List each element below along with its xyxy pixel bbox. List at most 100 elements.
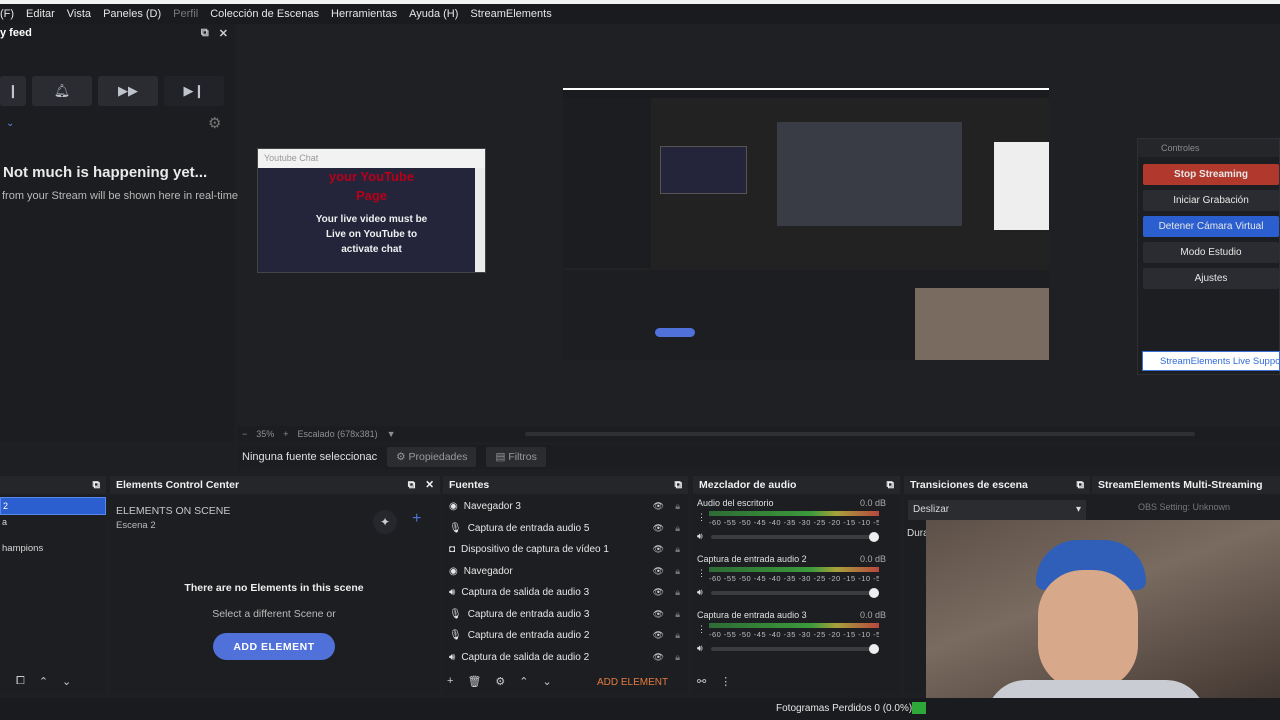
source-row[interactable]: 🎙︎ Captura de entrada audio 5 👁︎ 🔒︎ <box>443 518 688 540</box>
gear-icon[interactable]: ⚙ <box>208 114 221 132</box>
youtube-chat-msg1: Your live video must be <box>315 214 428 225</box>
eye-icon[interactable]: 👁︎ <box>653 566 664 577</box>
scene-item-champions[interactable]: hampions <box>0 543 106 554</box>
scene-item-selected[interactable]: 2 <box>0 497 106 515</box>
nested-screen-capture <box>563 88 1049 360</box>
menu-help[interactable]: Ayuda (H) <box>409 8 458 20</box>
eye-icon[interactable]: 👁︎ <box>653 609 664 620</box>
volume-slider[interactable] <box>711 532 879 542</box>
settings-button[interactable]: Ajustes <box>1143 268 1279 289</box>
volume-slider[interactable] <box>711 588 879 598</box>
chevron-down-icon[interactable]: ▼ <box>387 429 396 439</box>
kebab-icon[interactable]: ⋮ <box>697 624 706 635</box>
source-row[interactable]: ◘ Dispositivo de captura de vídeo 1 👁︎ 🔒︎ <box>443 539 688 561</box>
source-row[interactable]: 🎙︎ Captura de entrada audio 3 👁︎ 🔒︎ <box>443 604 688 626</box>
add-icon[interactable]: + <box>412 510 421 528</box>
properties-button[interactable]: ⚙ Propiedades <box>387 447 477 467</box>
move-up-icon[interactable]: ⌃ <box>39 675 48 688</box>
lock-icon[interactable]: 🔒︎ <box>675 501 680 512</box>
speaker-icon: 🔊︎ <box>449 651 456 663</box>
scene-item[interactable]: a <box>0 517 106 527</box>
start-recording-button[interactable]: Iniciar Grabación <box>1143 190 1279 211</box>
magic-icon[interactable]: ✦ <box>373 510 397 534</box>
speaker-icon[interactable]: 🔊︎ <box>697 643 703 654</box>
menu-streamelements[interactable]: StreamElements <box>470 8 551 20</box>
skip-end-button[interactable]: ▶❙ <box>164 76 224 106</box>
move-down-icon[interactable]: ⌄ <box>543 675 552 688</box>
source-row[interactable]: ◉ Navegador 👁︎ 🔒︎ <box>443 561 688 583</box>
se-live-support-button[interactable]: StreamElements Live Suppo <box>1142 351 1280 371</box>
source-row[interactable]: ◉ Navegador 3 👁︎ 🔒︎ <box>443 496 688 518</box>
sources-add-element-button[interactable]: ADD ELEMENT <box>597 677 668 688</box>
skip-button[interactable]: ▶▶ <box>98 76 158 106</box>
eye-icon[interactable]: 👁︎ <box>653 523 664 534</box>
stop-virtual-camera-button[interactable]: Detener Cámara Virtual <box>1143 216 1279 237</box>
filters-button[interactable]: ▤ Filtros <box>486 447 546 467</box>
bell-button[interactable]: 🔔︎ <box>32 76 92 106</box>
speaker-icon[interactable]: 🔊︎ <box>697 587 703 598</box>
fast-forward-icon: ▶▶ <box>118 83 138 98</box>
gear-icon[interactable]: ⚙ <box>495 675 505 688</box>
youtube-chat-scrollbar[interactable] <box>475 168 485 272</box>
eye-icon[interactable]: 👁︎ <box>653 630 664 641</box>
trash-icon[interactable]: 🗑︎ <box>467 675 481 688</box>
studio-mode-button[interactable]: Modo Estudio <box>1143 242 1279 263</box>
speaker-icon[interactable]: 🔊︎ <box>697 531 703 542</box>
speaker-icon: 🔊︎ <box>449 587 456 599</box>
skip-end-icon: ▶❙ <box>183 83 205 98</box>
zoom-in-button[interactable]: + <box>283 429 288 439</box>
menu-tools[interactable]: Herramientas <box>331 8 397 20</box>
float-icon[interactable]: ⧉ <box>887 479 895 491</box>
add-source-icon[interactable]: + <box>447 675 453 688</box>
menu-edit[interactable]: Editar <box>26 8 55 20</box>
close-icon[interactable]: ✕ <box>219 27 228 40</box>
youtube-chat-red-line2: Page <box>355 188 388 203</box>
float-icon[interactable]: ⧉ <box>1077 479 1085 491</box>
lock-icon[interactable]: 🔒︎ <box>675 544 680 555</box>
move-down-icon[interactable]: ⌄ <box>62 675 71 688</box>
float-icon[interactable]: ⧉ <box>201 27 209 40</box>
float-icon[interactable]: ⧉ <box>93 479 101 491</box>
volume-slider[interactable] <box>711 644 879 654</box>
add-element-button[interactable]: ADD ELEMENT <box>213 633 335 660</box>
chevron-down-icon[interactable]: ⌄ <box>6 118 14 129</box>
menu-view[interactable]: Vista <box>67 8 91 20</box>
close-icon[interactable]: ✕ <box>425 479 434 491</box>
lock-icon[interactable]: 🔒︎ <box>675 630 680 641</box>
pause-button[interactable]: ❙ <box>0 76 26 106</box>
link-icon[interactable]: ⚯ <box>697 675 706 688</box>
float-icon[interactable]: ⧉ <box>408 479 416 491</box>
source-row[interactable]: 🔊︎ Captura de salida de audio 3 👁︎ 🔒︎ <box>443 582 688 604</box>
eye-icon[interactable]: 👁︎ <box>653 652 664 663</box>
kebab-icon[interactable]: ⋮ <box>697 568 706 579</box>
zoom-out-button[interactable]: − <box>242 429 247 439</box>
transition-select[interactable]: Deslizar ▾ <box>908 500 1086 520</box>
menu-profile[interactable]: Perfil <box>173 8 198 20</box>
preview-scrollbar[interactable] <box>524 432 1195 436</box>
source-row[interactable]: 🔊︎ Captura de salida de audio 2 👁︎ 🔒︎ <box>443 647 688 669</box>
float-icon[interactable]: ⧉ <box>675 479 683 491</box>
menu-scene-collection[interactable]: Colección de Escenas <box>210 8 319 20</box>
lock-icon[interactable]: 🔒︎ <box>675 652 680 663</box>
scene-filter-icon[interactable]: ⧠ <box>16 675 25 688</box>
move-up-icon[interactable]: ⌃ <box>519 675 528 688</box>
stop-streaming-button[interactable]: Stop Streaming <box>1143 164 1279 185</box>
eye-icon[interactable]: 👁︎ <box>653 501 664 512</box>
camera-icon: ◘ <box>449 544 456 556</box>
ecc-title: Elements Control Center <box>116 479 240 491</box>
lock-icon[interactable]: 🔒︎ <box>675 566 680 577</box>
mic-icon: 🎙︎ <box>449 630 462 642</box>
menu-docks[interactable]: Paneles (D) <box>103 8 161 20</box>
eye-icon[interactable]: 👁︎ <box>653 587 664 598</box>
eye-icon[interactable]: 👁︎ <box>653 544 664 555</box>
lock-icon[interactable]: 🔒︎ <box>675 587 680 598</box>
kebab-icon[interactable]: ⋮ <box>697 512 706 523</box>
channel-name: Captura de entrada audio 3 <box>697 610 807 620</box>
elements-control-center-dock: Elements Control Center ⧉ ✕ ELEMENTS ON SC… <box>110 476 440 694</box>
lock-icon[interactable]: 🔒︎ <box>675 523 680 534</box>
source-row[interactable]: 🎙︎ Captura de entrada audio 2 👁︎ 🔒︎ <box>443 625 688 647</box>
menu-file[interactable]: (F) <box>0 8 14 20</box>
mic-icon: 🎙︎ <box>449 522 462 534</box>
kebab-icon[interactable]: ⋮ <box>720 675 731 688</box>
lock-icon[interactable]: 🔒︎ <box>675 609 680 620</box>
